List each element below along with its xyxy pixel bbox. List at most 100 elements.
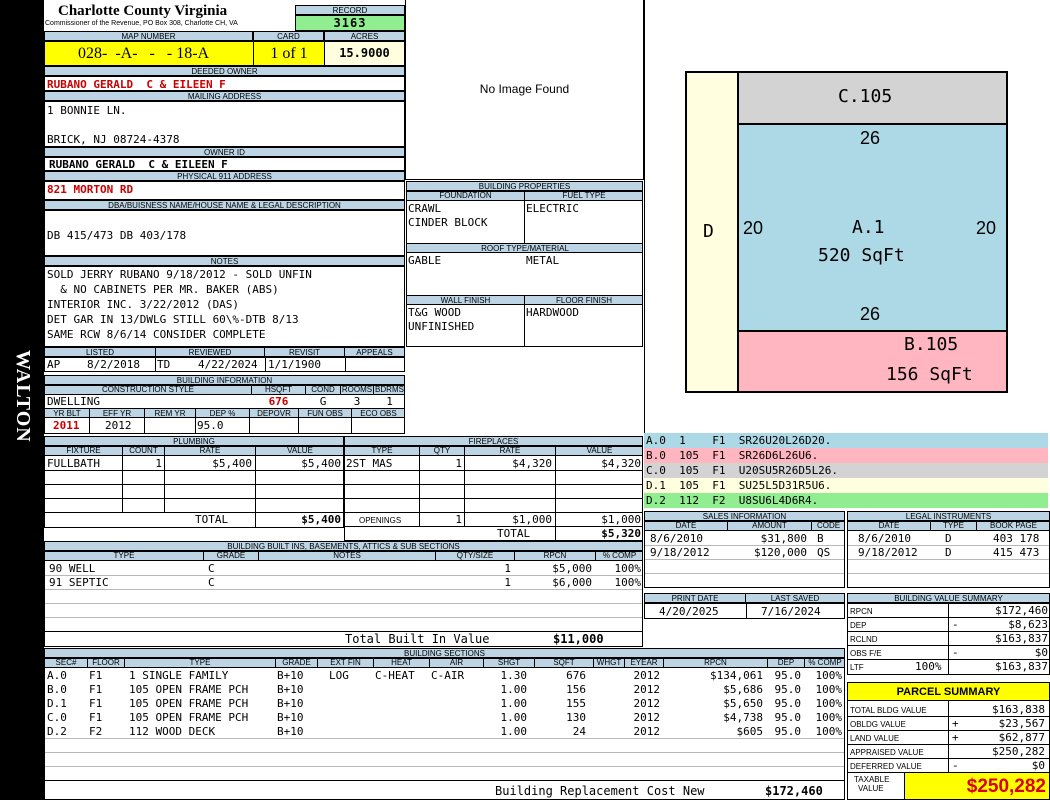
physical-address-box: 821 MORTON RD bbox=[44, 181, 405, 200]
brc-label: Building Replacement Cost New bbox=[495, 784, 705, 798]
dba-value: DB 415/473 DB 403/178 bbox=[47, 229, 187, 242]
print-date: 4/20/2025 bbox=[659, 605, 719, 618]
openings-label: OPENINGS bbox=[359, 516, 402, 525]
appeals-label: APPEALS bbox=[344, 347, 405, 357]
section-cell: 95.0 bbox=[774, 697, 802, 710]
physical-address: 821 MORTON RD bbox=[47, 183, 134, 196]
note-line: & NO CABINETS PER MR. BAKER (ABS) bbox=[47, 283, 279, 296]
sketch-legend-row: B.0 105 F1 SR26D6L26U6. bbox=[644, 448, 1048, 463]
plumbing-header-rate: RATE bbox=[164, 447, 256, 456]
deeded-owner: RUBANO GERALD C & EILEEN F bbox=[47, 78, 226, 91]
section-cell: 1.30 bbox=[500, 669, 528, 682]
brc-value: $172,460 bbox=[765, 784, 823, 798]
plumbing-box: FIXTURE COUNT RATE VALUE FULLBATH 1 $5,4… bbox=[44, 446, 344, 528]
fuel-type-value: ELECTRIC bbox=[526, 202, 579, 215]
plumbing-fixture: FULLBATH bbox=[47, 457, 100, 470]
legal-type: D bbox=[945, 532, 952, 545]
section-cell: F2 bbox=[89, 725, 103, 738]
sections-header: SEC# bbox=[45, 659, 88, 668]
sketch-dim-right: 20 bbox=[976, 218, 997, 238]
photo-box: No Image Found bbox=[405, 0, 644, 180]
legal-date: 8/6/2010 bbox=[858, 532, 911, 545]
built-in-grade: C bbox=[208, 576, 215, 589]
construction-style: DWELLING bbox=[47, 395, 100, 408]
dep-value: 95.0 bbox=[197, 419, 224, 432]
listed-by: AP bbox=[47, 358, 61, 371]
notes-label: NOTES bbox=[44, 256, 405, 266]
dba-box: DB 415/473 DB 403/178 bbox=[44, 210, 405, 256]
section-cell: 100% bbox=[815, 697, 843, 710]
section-cell: F1 bbox=[89, 697, 103, 710]
sketch-area-b105: 156 SqFt bbox=[886, 364, 973, 385]
section-cell: B.0 bbox=[47, 683, 67, 696]
foundation-label: FOUNDATION bbox=[407, 192, 525, 201]
sidebar-label: WALTON bbox=[12, 350, 34, 443]
sales-header-date: DATE bbox=[645, 522, 728, 531]
county-header: Charlotte County Virginia Commissioner o… bbox=[44, 0, 295, 31]
bvs-value: $163,837 bbox=[995, 660, 1048, 673]
card-label: CARD bbox=[253, 31, 324, 41]
sketch-label-c105: C.105 bbox=[838, 86, 893, 107]
built-in-type: 90 WELL bbox=[49, 562, 96, 575]
hsqft-value: 676 bbox=[268, 395, 289, 408]
plumbing-value: $5,400 bbox=[301, 457, 341, 470]
built-in-comp: 100% bbox=[614, 576, 642, 589]
section-cell: 24 bbox=[572, 725, 586, 738]
sketch-area: C.105 26 20 20 A.1 520 SqFt 26 B.105 156… bbox=[644, 0, 1050, 433]
section-cell: 105 OPEN FRAME PCH bbox=[129, 683, 249, 696]
fireplaces-total-label: TOTAL bbox=[497, 527, 531, 540]
physical-address-label: PHYSICAL 911 ADDRESS bbox=[44, 171, 405, 181]
parcel-value: $62,877 bbox=[998, 731, 1045, 744]
built-in-comp: 100% bbox=[614, 562, 642, 575]
section-cell: B+10 bbox=[277, 683, 304, 696]
built-in-total: $11,000 bbox=[553, 632, 604, 646]
fuel-type-label: FUEL TYPE bbox=[524, 192, 642, 201]
built-ins-label: BUILDING BUILT INS, BASEMENTS, ATTICS & … bbox=[44, 541, 643, 551]
yrblt-value: 2011 bbox=[53, 419, 80, 432]
section-cell: $5,686 bbox=[723, 683, 763, 696]
sketch-legend-row: C.0 105 F1 U20SU5R26D5L26. bbox=[644, 463, 1048, 478]
parcel-summary-box: PARCEL SUMMARY TOTAL BLDG VALUE $163,838… bbox=[847, 682, 1050, 800]
plumbing-total-label: TOTAL bbox=[195, 513, 229, 526]
built-ins-header-grade: GRADE bbox=[203, 552, 259, 561]
note-line: INTERIOR INC. 3/22/2012 (DAS) bbox=[47, 298, 240, 311]
built-ins-box: TYPE GRADE NOTES QTY/SIZE RPCN % COMP 90… bbox=[44, 551, 643, 647]
parcel-summary-title: PARCEL SUMMARY bbox=[848, 683, 1049, 701]
print-box: 4/20/2025 7/16/2024 bbox=[644, 603, 845, 619]
note-line: SAME RCW 8/6/14 CONSIDER COMPLETE bbox=[47, 328, 266, 341]
acres-box: 15.9000 bbox=[324, 41, 405, 66]
sections-header: EXT FIN bbox=[317, 659, 374, 668]
section-cell: 100% bbox=[815, 683, 843, 696]
parcel-value: $0 bbox=[1031, 759, 1045, 772]
section-cell: LOG bbox=[329, 669, 349, 682]
sale-amount: $31,800 bbox=[760, 532, 807, 545]
section-cell: 155 bbox=[566, 697, 586, 710]
legal-type: D bbox=[945, 546, 952, 559]
section-cell: B+10 bbox=[277, 669, 304, 682]
built-in-qty: 1 bbox=[504, 562, 511, 575]
listed-date: 8/2/2018 bbox=[87, 358, 140, 371]
built-in-grade: C bbox=[208, 562, 215, 575]
sketch-dim-bottom: 26 bbox=[860, 304, 881, 324]
owner-id: RUBANO GERALD C & EILEEN F bbox=[49, 158, 228, 171]
section-cell: 2012 bbox=[633, 725, 661, 738]
section-cell: 130 bbox=[566, 711, 586, 724]
sections-header: DEP bbox=[767, 659, 805, 668]
last-saved: 7/16/2024 bbox=[761, 605, 821, 618]
sketch-label-b105: B.105 bbox=[904, 334, 959, 355]
bvs-value: $0 bbox=[1034, 646, 1048, 659]
sections-header: WHGT bbox=[593, 659, 625, 668]
built-ins-header-type: TYPE bbox=[45, 552, 204, 561]
rooms-label: ROOMS bbox=[340, 385, 374, 395]
legal-header-type: TYPE bbox=[930, 522, 977, 531]
roof-label: ROOF TYPE/MATERIAL bbox=[407, 243, 642, 253]
last-saved-label: LAST SAVED bbox=[745, 593, 845, 603]
card-box: 1 of 1 bbox=[253, 41, 325, 66]
note-line: DET GAR IN 13/DWLG STILL 60\%-DTB 8/13 bbox=[47, 313, 299, 326]
sections-header: FLOOR bbox=[87, 659, 125, 668]
fireplaces-box: TYPE QTY RATE VALUE 2ST MAS 1 $4,320 $4,… bbox=[344, 446, 643, 541]
sketch-legend-row: D.2 112 F2 U8SU6L4D6R4. bbox=[644, 493, 1048, 508]
construction-style-label: CONSTRUCTION STYLE bbox=[45, 386, 252, 395]
sketch-label-a1: A.1 bbox=[852, 217, 885, 238]
effyr-label: EFF YR bbox=[89, 408, 145, 418]
